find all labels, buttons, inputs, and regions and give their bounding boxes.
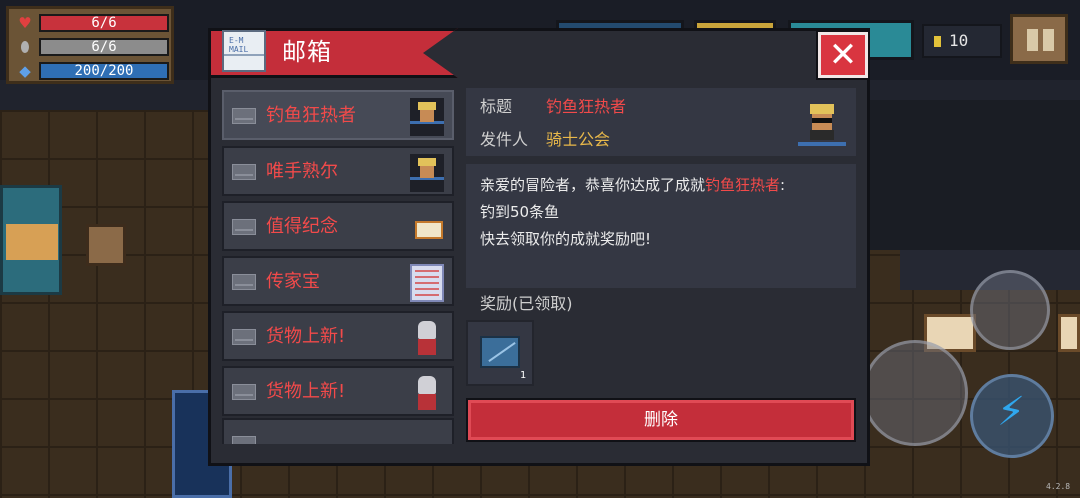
energy-row: ◆ 200/200 (13, 61, 169, 81)
envelope-icon (232, 108, 256, 124)
mail-body-line: 快去领取你的成就奖励吧! (480, 230, 652, 248)
reward-slot[interactable]: 1 (466, 320, 534, 386)
envelope-icon (232, 219, 256, 235)
hp-bar: 6/6 (39, 14, 169, 32)
mail-body-line: 亲爱的冒险者，恭喜你达成了成就钓鱼狂热者: (480, 176, 786, 194)
background-room (870, 100, 1080, 250)
mail-item-label: 唯手熟尔 (266, 161, 338, 182)
heart-icon: ♥ (18, 14, 32, 32)
delete-button[interactable]: 删除 (468, 400, 854, 440)
close-button[interactable]: ✕ (818, 32, 868, 78)
armor-bar: 6/6 (39, 38, 169, 56)
background-cabinet-glass (6, 224, 58, 260)
version-label: 4.2.8 (1046, 482, 1071, 491)
coin-counter: 10 (922, 24, 1002, 58)
envelope-icon (232, 384, 256, 400)
mail-item[interactable] (222, 418, 454, 444)
mail-item[interactable]: 钓鱼狂热者 (222, 90, 454, 140)
envelope-icon (232, 436, 256, 444)
mail-item[interactable]: 值得纪念 (222, 201, 454, 251)
envelope-icon (232, 164, 256, 180)
pause-button[interactable] (1010, 14, 1068, 64)
sender-label: 发件人 (480, 130, 529, 149)
mailbox-logo-icon: E-M MAIL (222, 30, 266, 72)
letter-icon (410, 209, 444, 247)
hp-row: ♥ 6/6 (13, 13, 169, 33)
sender-avatar-icon (796, 102, 848, 150)
mail-item-label: 货物上新! (266, 326, 346, 347)
envelope-icon (232, 274, 256, 290)
energy-diamond-icon: ◆ (19, 62, 31, 80)
mail-item-label: 传家宝 (266, 271, 320, 292)
achievement-name: 钓鱼狂热者 (705, 176, 781, 194)
mail-item-label: 货物上新! (266, 381, 346, 402)
mail-body: 亲爱的冒险者，恭喜你达成了成就钓鱼狂热者: 钓到50条鱼 快去领取你的成就奖励吧… (466, 164, 856, 288)
sender-value: 骑士公会 (546, 130, 611, 149)
document-icon (410, 264, 444, 302)
armor-value: 6/6 (91, 39, 117, 55)
mail-item[interactable]: 唯手熟尔 (222, 146, 454, 196)
fishing-rod-icon (480, 336, 520, 368)
subject-value: 钓鱼狂热者 (546, 97, 627, 116)
subject-label: 标题 (480, 97, 513, 116)
skill-button[interactable]: ⚡ (970, 374, 1054, 458)
mail-item[interactable]: 货物上新! (222, 311, 454, 361)
fisherman-icon (410, 154, 444, 192)
background-box (86, 224, 126, 266)
weapon-switch-button[interactable] (970, 270, 1050, 350)
coin-value: 10 (949, 31, 969, 50)
mail-item[interactable]: 货物上新! (222, 366, 454, 416)
envelope-icon (232, 329, 256, 345)
mail-item-label: 钓鱼狂热者 (266, 105, 356, 126)
background-plaque (1058, 314, 1080, 352)
knight-icon (410, 374, 444, 412)
reward-count: 1 (520, 370, 527, 381)
mail-item[interactable]: 传家宝 (222, 256, 454, 306)
armor-row: ⬮ 6/6 (13, 37, 169, 57)
shield-icon: ⬮ (20, 38, 30, 56)
fisherman-icon (410, 98, 444, 136)
mail-item-label: 值得纪念 (266, 216, 338, 237)
player-stats-panel: ♥ 6/6 ⬮ 6/6 ◆ 200/200 (6, 6, 174, 84)
hp-value: 6/6 (91, 15, 117, 31)
close-icon: ✕ (828, 35, 858, 75)
mail-detail-header: 标题 钓鱼狂热者 发件人 骑士公会 (466, 88, 856, 156)
reward-label: 奖励(已领取) (480, 294, 573, 313)
mail-list[interactable]: 钓鱼狂热者 唯手熟尔 值得纪念 传家宝 货物上新! 货物上新! (212, 84, 460, 444)
mail-body-line: 钓到50条鱼 (480, 203, 560, 221)
lightning-icon: ⚡ (997, 389, 1026, 435)
pause-icon (1027, 29, 1038, 51)
coin-icon (934, 36, 941, 47)
energy-bar: 200/200 (39, 62, 169, 80)
attack-button[interactable] (862, 340, 968, 446)
energy-value: 200/200 (74, 63, 134, 79)
mailbox-title: 邮箱 (282, 38, 332, 66)
knight-icon (410, 319, 444, 357)
